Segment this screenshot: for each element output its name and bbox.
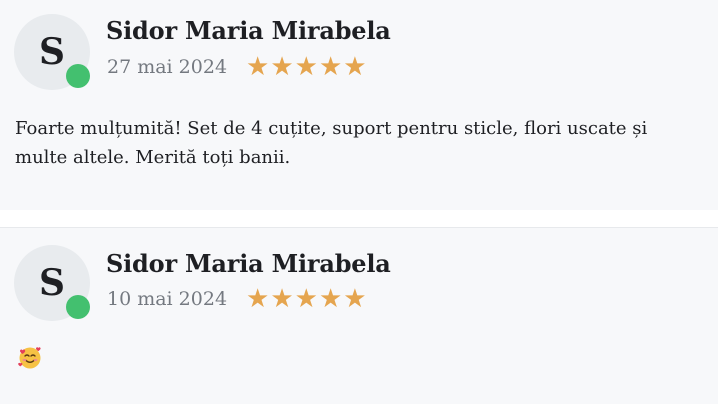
review-text: Foarte mulțumită! Set de 4 cuțite, supor… [15, 118, 648, 168]
star-icon: ★ [318, 52, 343, 82]
star-icon: ★ [270, 284, 294, 314]
review-meta: 27 mai 2024 ★ ★ ★ ★ ★ [107, 54, 368, 80]
avatar-letter: S [39, 262, 65, 304]
online-status-dot [66, 64, 90, 88]
star-icon: ★ [294, 284, 318, 314]
review-author-name[interactable]: Sidor Maria Mirabela [106, 249, 391, 278]
review-card: S Sidor Maria Mirabela 10 mai 2024 ★ ★ ★… [0, 227, 718, 404]
review-date: 10 mai 2024 [107, 288, 228, 310]
review-date: 27 mai 2024 [107, 56, 228, 78]
avatar[interactable]: S [14, 14, 90, 90]
star-icon: ★ [270, 52, 294, 82]
star-icon: ★ [246, 284, 270, 314]
star-rating: ★ ★ ★ ★ ★ [246, 286, 368, 312]
star-rating: ★ ★ ★ ★ ★ [246, 54, 368, 80]
avatar[interactable]: S [14, 245, 90, 321]
smiling-face-with-hearts-icon [18, 347, 41, 369]
review-meta: 10 mai 2024 ★ ★ ★ ★ ★ [107, 286, 368, 312]
review-author-name[interactable]: Sidor Maria Mirabela [106, 16, 391, 45]
star-icon: ★ [246, 52, 270, 82]
star-icon: ★ [343, 52, 367, 82]
star-icon: ★ [343, 284, 367, 314]
online-status-dot [66, 295, 90, 319]
star-icon: ★ [318, 284, 343, 314]
avatar-letter: S [39, 31, 65, 73]
star-icon: ★ [294, 52, 318, 82]
review-card: S Sidor Maria Mirabela 27 mai 2024 ★ ★ ★… [0, 0, 718, 210]
